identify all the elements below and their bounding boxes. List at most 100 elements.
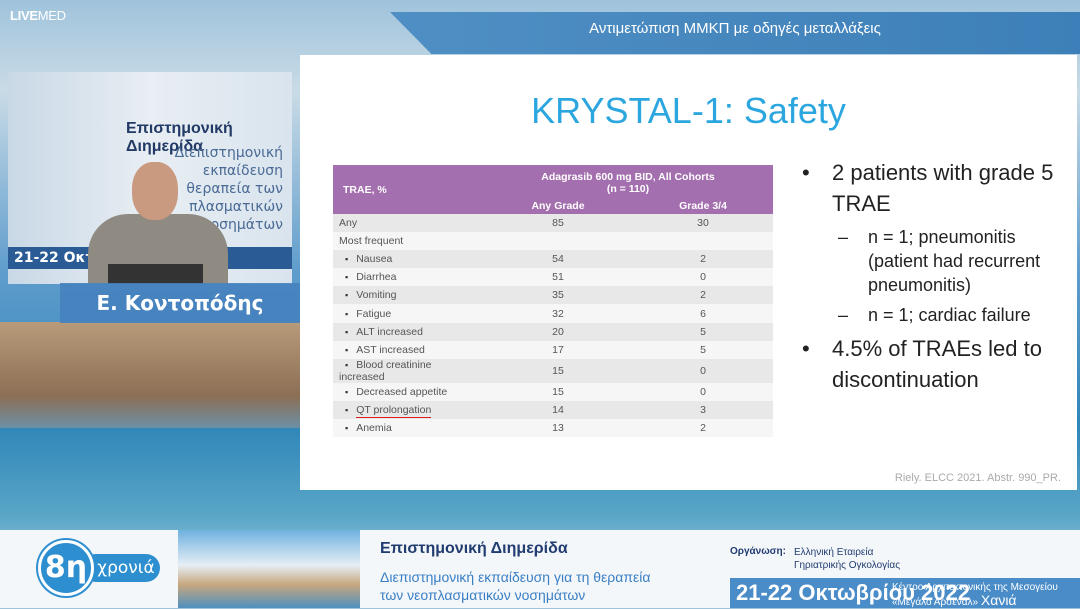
row-label: AST increased [333,341,483,359]
logo-rest: MED [38,8,66,23]
org-line: Γηριατρικής Ογκολογίας [794,559,900,572]
org-line: Ελληνική Εταιρεία [794,546,873,559]
table-row: Decreased appetite 150 [333,383,773,401]
event-banner: χρονιά 8η Επιστημονική Διημερίδα Διεπιστ… [0,530,1080,608]
row-label-text: Fatigue [356,308,391,320]
row-label: Vomiting [333,286,483,304]
org-label: Οργάνωση: [730,546,786,557]
grade34-value: 0 [633,268,773,286]
row-label: QT prolongation [333,401,483,419]
row-label: Any [333,214,483,232]
row-label: Fatigue [333,304,483,322]
group-header-text: Adagrasib 600 mg BID, All Cohorts [487,171,769,183]
any-grade-value: 20 [483,323,633,341]
row-label-text: AST increased [356,344,425,356]
any-grade-value: 51 [483,268,633,286]
any-grade-value: 54 [483,250,633,268]
venue: Κέντρο Αρχιτεκτονικής της Μεσογείου «Μεγά… [892,581,1058,609]
row-label-text: Most frequent [339,235,403,247]
any-grade-value: 13 [483,419,633,437]
col-any-grade: Any Grade [483,197,633,214]
venue-line: Κέντρο Αρχιτεκτονικής της Μεσογείου [892,581,1058,594]
event-dates: 21-22 Οκτωβρίου 2022 Κέντρο Αρχιτεκτονικ… [730,578,1080,608]
anniversary-badge: χρονιά 8η [22,540,162,596]
row-label-text: Nausea [356,253,392,265]
table-row: Blood creatinine increased 150 [333,359,773,383]
any-grade-value: 15 [483,359,633,383]
livemed-logo: LIVEMED [10,8,66,23]
grade34-value: 30 [633,214,773,232]
row-label-text: Anemia [356,422,392,434]
row-label: Most frequent [333,232,483,250]
grade34-value: 3 [633,401,773,419]
row-label: Nausea [333,250,483,268]
row-label-text: ALT increased [356,326,423,338]
row-label-text: Vomiting [356,289,396,301]
speaker-name: Ε. Κοντοπόδης [60,283,300,323]
logo-bold: LIVE [10,8,38,23]
row-label: Blood creatinine increased [333,359,483,383]
table-row: QT prolongation 143 [333,401,773,419]
table-row: Most frequent [333,232,773,250]
row-label-text: Blood creatinine increased [339,359,432,383]
citation: Riely. ELCC 2021. Abstr. 990_PR. [895,472,1061,484]
banner-title: Επιστημονική Διημερίδα [380,540,568,558]
any-grade-value [483,232,633,250]
grade34-value: 2 [633,419,773,437]
row-label: Decreased appetite [333,383,483,401]
table-row: ALT increased 205 [333,323,773,341]
badge-number: 8η [38,540,94,596]
row-label: Diarrhea [333,268,483,286]
any-grade-value: 14 [483,401,633,419]
table-row: Anemia 132 [333,419,773,437]
any-grade-value: 35 [483,286,633,304]
any-grade-value: 85 [483,214,633,232]
banner-sub-line: των νεοπλασματικών νοσημάτων [380,586,650,604]
table-row: Diarrhea 510 [333,268,773,286]
table-row: Nausea 542 [333,250,773,268]
grade34-value: 0 [633,383,773,401]
banner-subtitle: Διεπιστημονική εκπαίδευση για τη θεραπεί… [380,568,650,604]
table-row: AST increased 175 [333,341,773,359]
col-grade-34: Grade 3/4 [633,197,773,214]
row-label-text: Any [339,217,357,229]
bullet: 2 patients with grade 5 TRAE [800,157,1070,219]
presentation-slide: KRYSTAL-1: Safety TRAE, % Adagrasib 600 … [300,55,1077,490]
grade34-value: 2 [633,250,773,268]
col-trae: TRAE, % [333,165,483,214]
city: Χανιά [981,592,1017,608]
qt-underline: QT prolongation [356,404,431,418]
any-grade-value: 15 [483,383,633,401]
slide-title: KRYSTAL-1: Safety [300,90,1077,132]
organizer: Οργάνωση: Ελληνική ΕταιρείαΓηριατρικής Ογ… [730,546,900,572]
row-label: ALT increased [333,323,483,341]
sub-bullet: n = 1; pneumonitis (patient had recurren… [800,225,1070,297]
trae-table: TRAE, % Adagrasib 600 mg BID, All Cohort… [333,165,773,437]
speaker-video: Επιστημονική Διημερίδα Διεπιστημονική εκ… [8,72,292,284]
org-name: Ελληνική ΕταιρείαΓηριατρικής Ογκολογίας [794,546,900,572]
grade34-value: 5 [633,341,773,359]
speaker-head [132,162,178,220]
grade34-value: 5 [633,323,773,341]
banner-sub-line: Διεπιστημονική εκπαίδευση για τη θεραπεί… [380,568,650,586]
table-row: Fatigue326 [333,304,773,322]
table-row: Vomiting 352 [333,286,773,304]
chania-photo [178,530,360,608]
speaker-figure [88,152,228,284]
row-label: Anemia [333,419,483,437]
grade34-value: 2 [633,286,773,304]
session-title: Αντιμετώπιση ΜΜΚΠ με οδηγές μεταλλάξεις [470,20,1000,37]
grade34-value: 6 [633,304,773,322]
group-header: Adagrasib 600 mg BID, All Cohorts(n = 11… [483,165,773,197]
row-label-text: Decreased appetite [356,386,447,398]
grade34-value [633,232,773,250]
background-town [0,322,300,428]
any-grade-value: 17 [483,341,633,359]
group-header-n: (n = 110) [487,183,769,195]
bullet: 4.5% of TRAEs led to discontinuation [800,333,1070,395]
row-label-text: Diarrhea [356,271,396,283]
sub-bullet: n = 1; cardiac failure [800,303,1070,327]
venue-line: «Μεγάλο Αρσενάλ» [892,597,978,608]
laptop [108,264,203,284]
grade34-value: 0 [633,359,773,383]
